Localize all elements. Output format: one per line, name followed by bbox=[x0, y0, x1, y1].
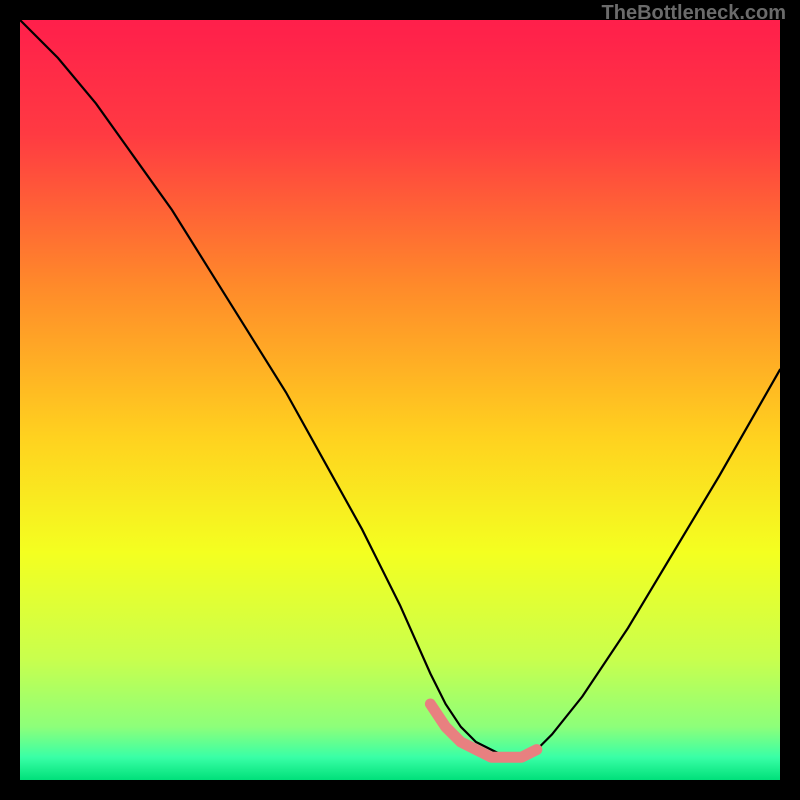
bottleneck-chart bbox=[20, 20, 780, 780]
chart-container: TheBottleneck.com bbox=[0, 0, 800, 800]
gradient-background bbox=[20, 20, 780, 780]
attribution-text: TheBottleneck.com bbox=[602, 2, 786, 25]
